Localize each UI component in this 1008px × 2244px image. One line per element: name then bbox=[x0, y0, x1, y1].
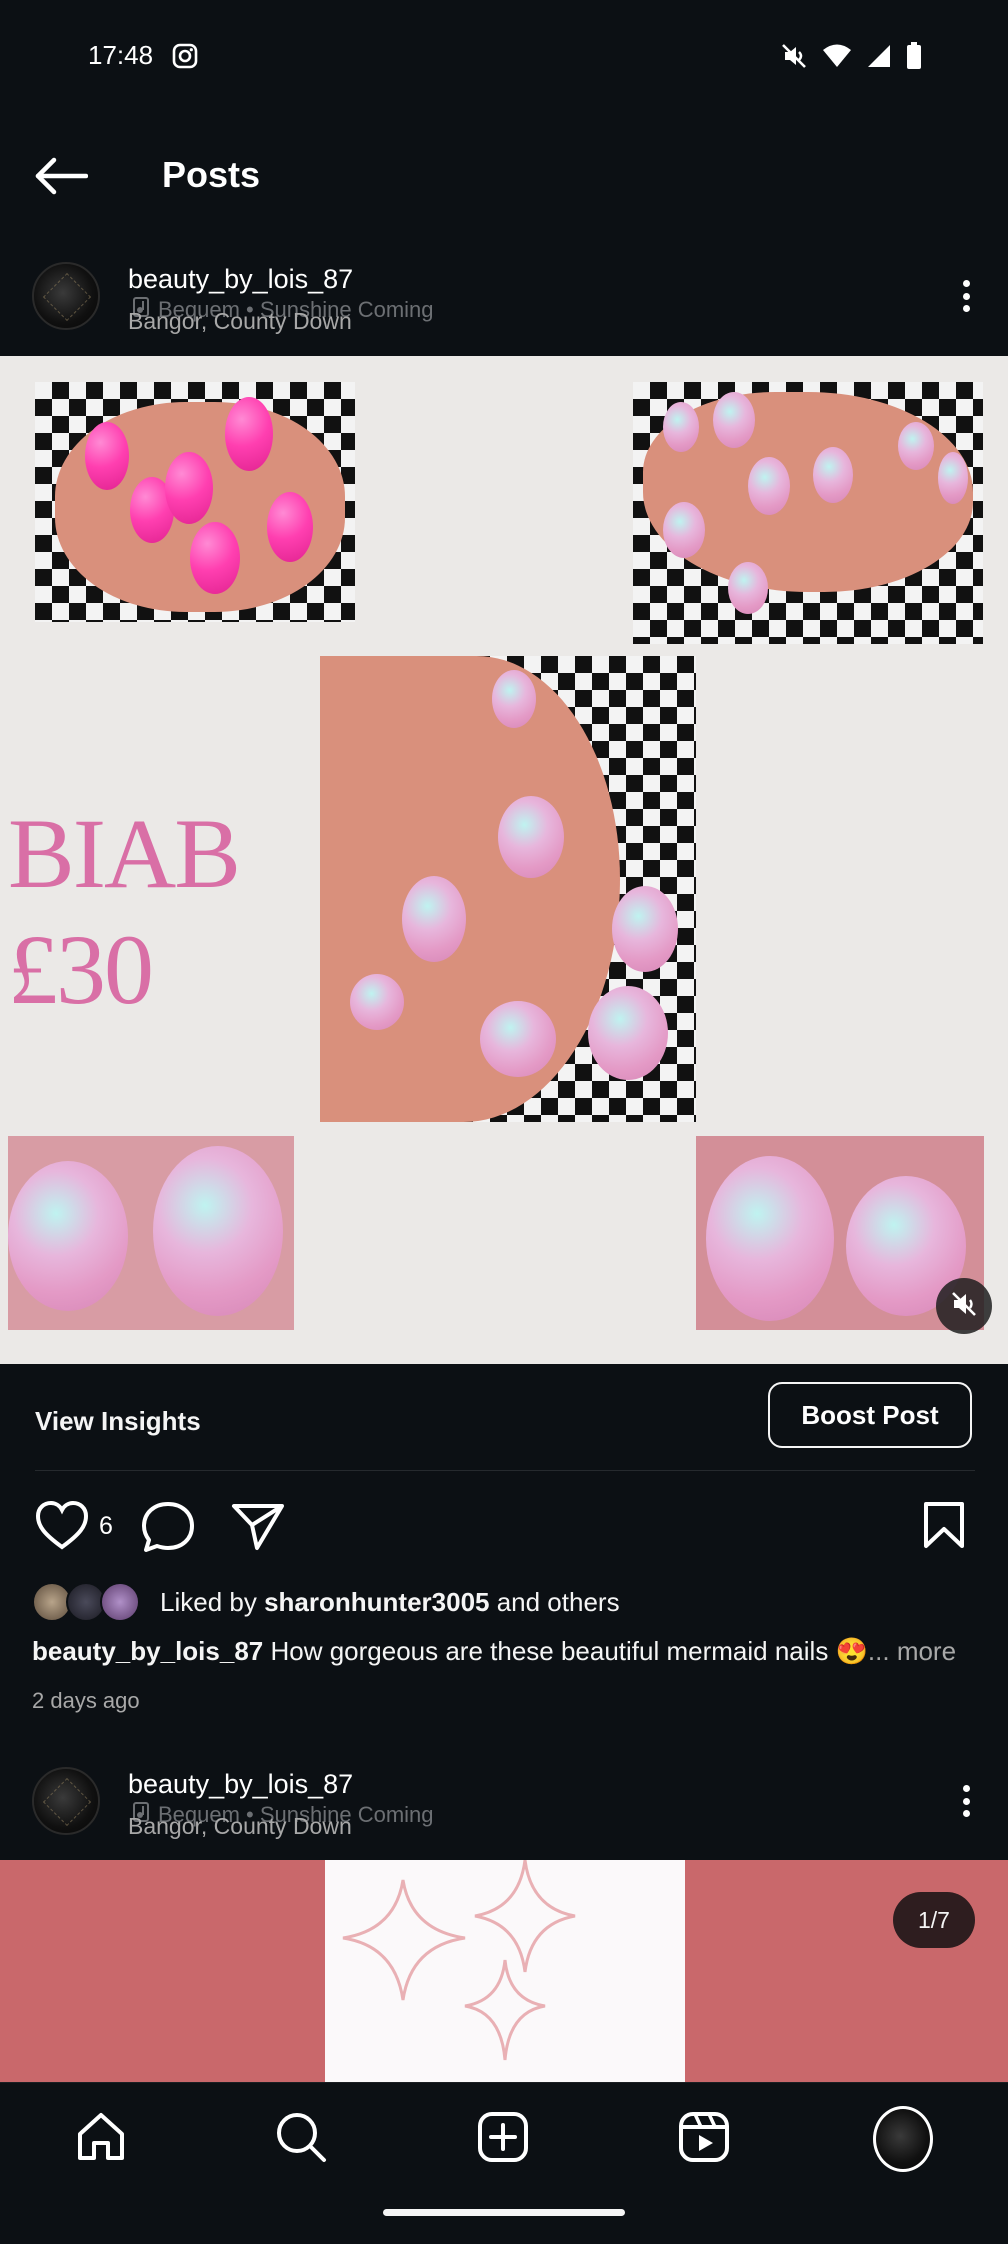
reels-icon bbox=[677, 2110, 731, 2169]
liked-by-suffix: and others bbox=[489, 1586, 620, 1617]
page-title: Posts bbox=[162, 154, 261, 195]
photo-pink-nails bbox=[35, 382, 355, 622]
photo-mermaid-closeup-1 bbox=[8, 1136, 294, 1330]
liker-avatars bbox=[32, 1580, 142, 1624]
liked-by-row[interactable]: Liked by sharonhunter3005 and others bbox=[32, 1580, 620, 1624]
search-icon bbox=[274, 2110, 328, 2169]
nav-reels[interactable] bbox=[674, 2109, 734, 2169]
status-time: 17:48 bbox=[88, 40, 154, 70]
post-image[interactable] bbox=[0, 1860, 1008, 2082]
caption-username[interactable]: beauty_by_lois_87 bbox=[32, 1636, 263, 1666]
more-icon bbox=[962, 1785, 970, 1792]
heart-icon[interactable] bbox=[34, 1500, 90, 1557]
mute-icon bbox=[780, 42, 808, 75]
post-image[interactable]: BIAB £30 bbox=[0, 356, 1008, 1364]
post-caption[interactable]: beauty_by_lois_87 How gorgeous are these… bbox=[32, 1636, 982, 1667]
avatar[interactable] bbox=[32, 262, 100, 330]
sparkle-graphic bbox=[325, 1860, 685, 2082]
liked-by-prefix: Liked by bbox=[160, 1586, 265, 1617]
back-button[interactable] bbox=[34, 152, 90, 204]
caption-text: How gorgeous are these beautiful mermaid… bbox=[263, 1636, 868, 1666]
bookmark-icon[interactable] bbox=[922, 1500, 966, 1555]
status-icons bbox=[780, 42, 922, 75]
insights-row: View Insights Boost Post bbox=[0, 1364, 1008, 1472]
price-text-line2: £30 bbox=[8, 914, 154, 1025]
more-options-button[interactable] bbox=[954, 274, 978, 318]
view-insights-link[interactable]: View Insights bbox=[35, 1406, 201, 1437]
home-icon bbox=[74, 2110, 128, 2169]
status-bar: 17:48 bbox=[0, 0, 1008, 115]
nav-search[interactable] bbox=[271, 2109, 331, 2169]
post-location[interactable]: Bangor, County Down bbox=[128, 308, 352, 335]
home-indicator[interactable] bbox=[383, 2209, 625, 2216]
more-options-button[interactable] bbox=[954, 1779, 978, 1823]
avatar[interactable] bbox=[32, 1767, 100, 1835]
post-actions: 6 bbox=[0, 1490, 1008, 1560]
back-arrow-icon bbox=[34, 156, 89, 201]
battery-icon bbox=[906, 42, 922, 75]
like-count[interactable]: 6 bbox=[99, 1512, 113, 1541]
photo-mermaid-nails-1 bbox=[633, 382, 983, 644]
price-text: BIAB £30 bbox=[8, 796, 241, 1028]
more-icon bbox=[962, 280, 970, 287]
post-header: beauty_by_lois_87 Bequem • Sunshine Comi… bbox=[0, 262, 1008, 348]
divider bbox=[35, 1470, 975, 1471]
boost-post-button[interactable]: Boost Post bbox=[768, 1382, 972, 1448]
signal-icon bbox=[866, 43, 892, 74]
post-username[interactable]: beauty_by_lois_87 bbox=[128, 1769, 353, 1800]
caption-more[interactable]: ... more bbox=[868, 1636, 956, 1666]
nav-home[interactable] bbox=[71, 2109, 131, 2169]
instagram-icon bbox=[172, 43, 198, 69]
liked-by-user[interactable]: sharonhunter3005 bbox=[264, 1587, 489, 1617]
price-text-line1: BIAB bbox=[8, 798, 241, 909]
post-timestamp: 2 days ago bbox=[32, 1688, 140, 1713]
nav-profile[interactable] bbox=[873, 2106, 933, 2172]
audio-toggle-button[interactable] bbox=[936, 1278, 992, 1334]
photo-mermaid-nails-center bbox=[320, 656, 696, 1122]
liked-by-text: Liked by sharonhunter3005 and others bbox=[160, 1587, 620, 1618]
create-icon bbox=[476, 2110, 530, 2169]
post-header: beauty_by_lois_87 Bequem • Sunshine Comi… bbox=[0, 1767, 1008, 1853]
muted-audio-icon bbox=[949, 1289, 979, 1324]
post-location[interactable]: Bangor, County Down bbox=[128, 1813, 352, 1840]
top-header: Posts bbox=[0, 130, 1008, 226]
avatar bbox=[873, 2106, 933, 2172]
comment-icon[interactable] bbox=[140, 1500, 196, 1559]
share-icon[interactable] bbox=[230, 1500, 286, 1557]
bottom-nav bbox=[0, 2082, 1008, 2244]
page-indicator: 1/7 bbox=[893, 1892, 975, 1948]
wifi-icon bbox=[822, 43, 852, 74]
post-username[interactable]: beauty_by_lois_87 bbox=[128, 264, 353, 295]
nav-create[interactable] bbox=[473, 2109, 533, 2169]
